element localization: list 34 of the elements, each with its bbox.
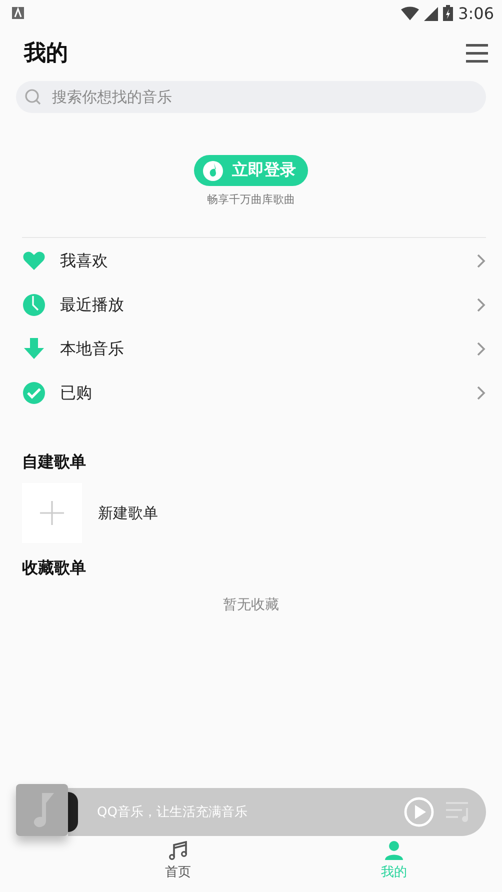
wifi-icon bbox=[401, 6, 420, 20]
music-note-icon bbox=[168, 841, 188, 861]
clock-time: 3:06 bbox=[458, 4, 494, 22]
tab[interactable]: 首页 bbox=[70, 840, 286, 892]
chevron-right-icon bbox=[476, 385, 486, 401]
album-cover[interactable] bbox=[16, 784, 68, 836]
search-field[interactable]: 搜索你想找的音乐 bbox=[16, 81, 486, 113]
menu-row[interactable]: 本地音乐 bbox=[22, 327, 486, 371]
note-logo-icon bbox=[202, 160, 224, 182]
menu-row[interactable]: 已购 bbox=[22, 371, 486, 415]
menu-icon[interactable] bbox=[466, 44, 488, 62]
menu-row[interactable]: 我喜欢 bbox=[22, 239, 486, 283]
empty-message: 暂无收藏 bbox=[222, 596, 280, 614]
check-icon bbox=[22, 381, 46, 405]
new-playlist-label[interactable]: 新建歌单 bbox=[98, 504, 158, 522]
battery-icon bbox=[443, 5, 454, 21]
section-title: 自建歌单 bbox=[22, 451, 87, 473]
chevron-right-icon bbox=[476, 253, 486, 269]
search-icon bbox=[25, 89, 41, 105]
signal-icon bbox=[424, 6, 438, 20]
notification-icon bbox=[12, 7, 24, 19]
person-icon bbox=[384, 841, 404, 861]
page-title: 我的 bbox=[24, 40, 68, 68]
menu-row[interactable]: 最近播放 bbox=[22, 283, 486, 327]
login-subtitle: 畅享千万曲库歌曲 bbox=[207, 192, 295, 207]
chevron-right-icon bbox=[476, 341, 486, 357]
chevron-right-icon bbox=[476, 297, 486, 313]
heart-icon bbox=[22, 249, 46, 273]
play-icon[interactable] bbox=[404, 797, 434, 827]
plus-icon bbox=[40, 501, 64, 525]
download-icon bbox=[22, 337, 46, 361]
clock-icon bbox=[22, 293, 46, 317]
new-playlist-tile[interactable] bbox=[22, 483, 82, 543]
section-title: 收藏歌单 bbox=[22, 557, 87, 579]
